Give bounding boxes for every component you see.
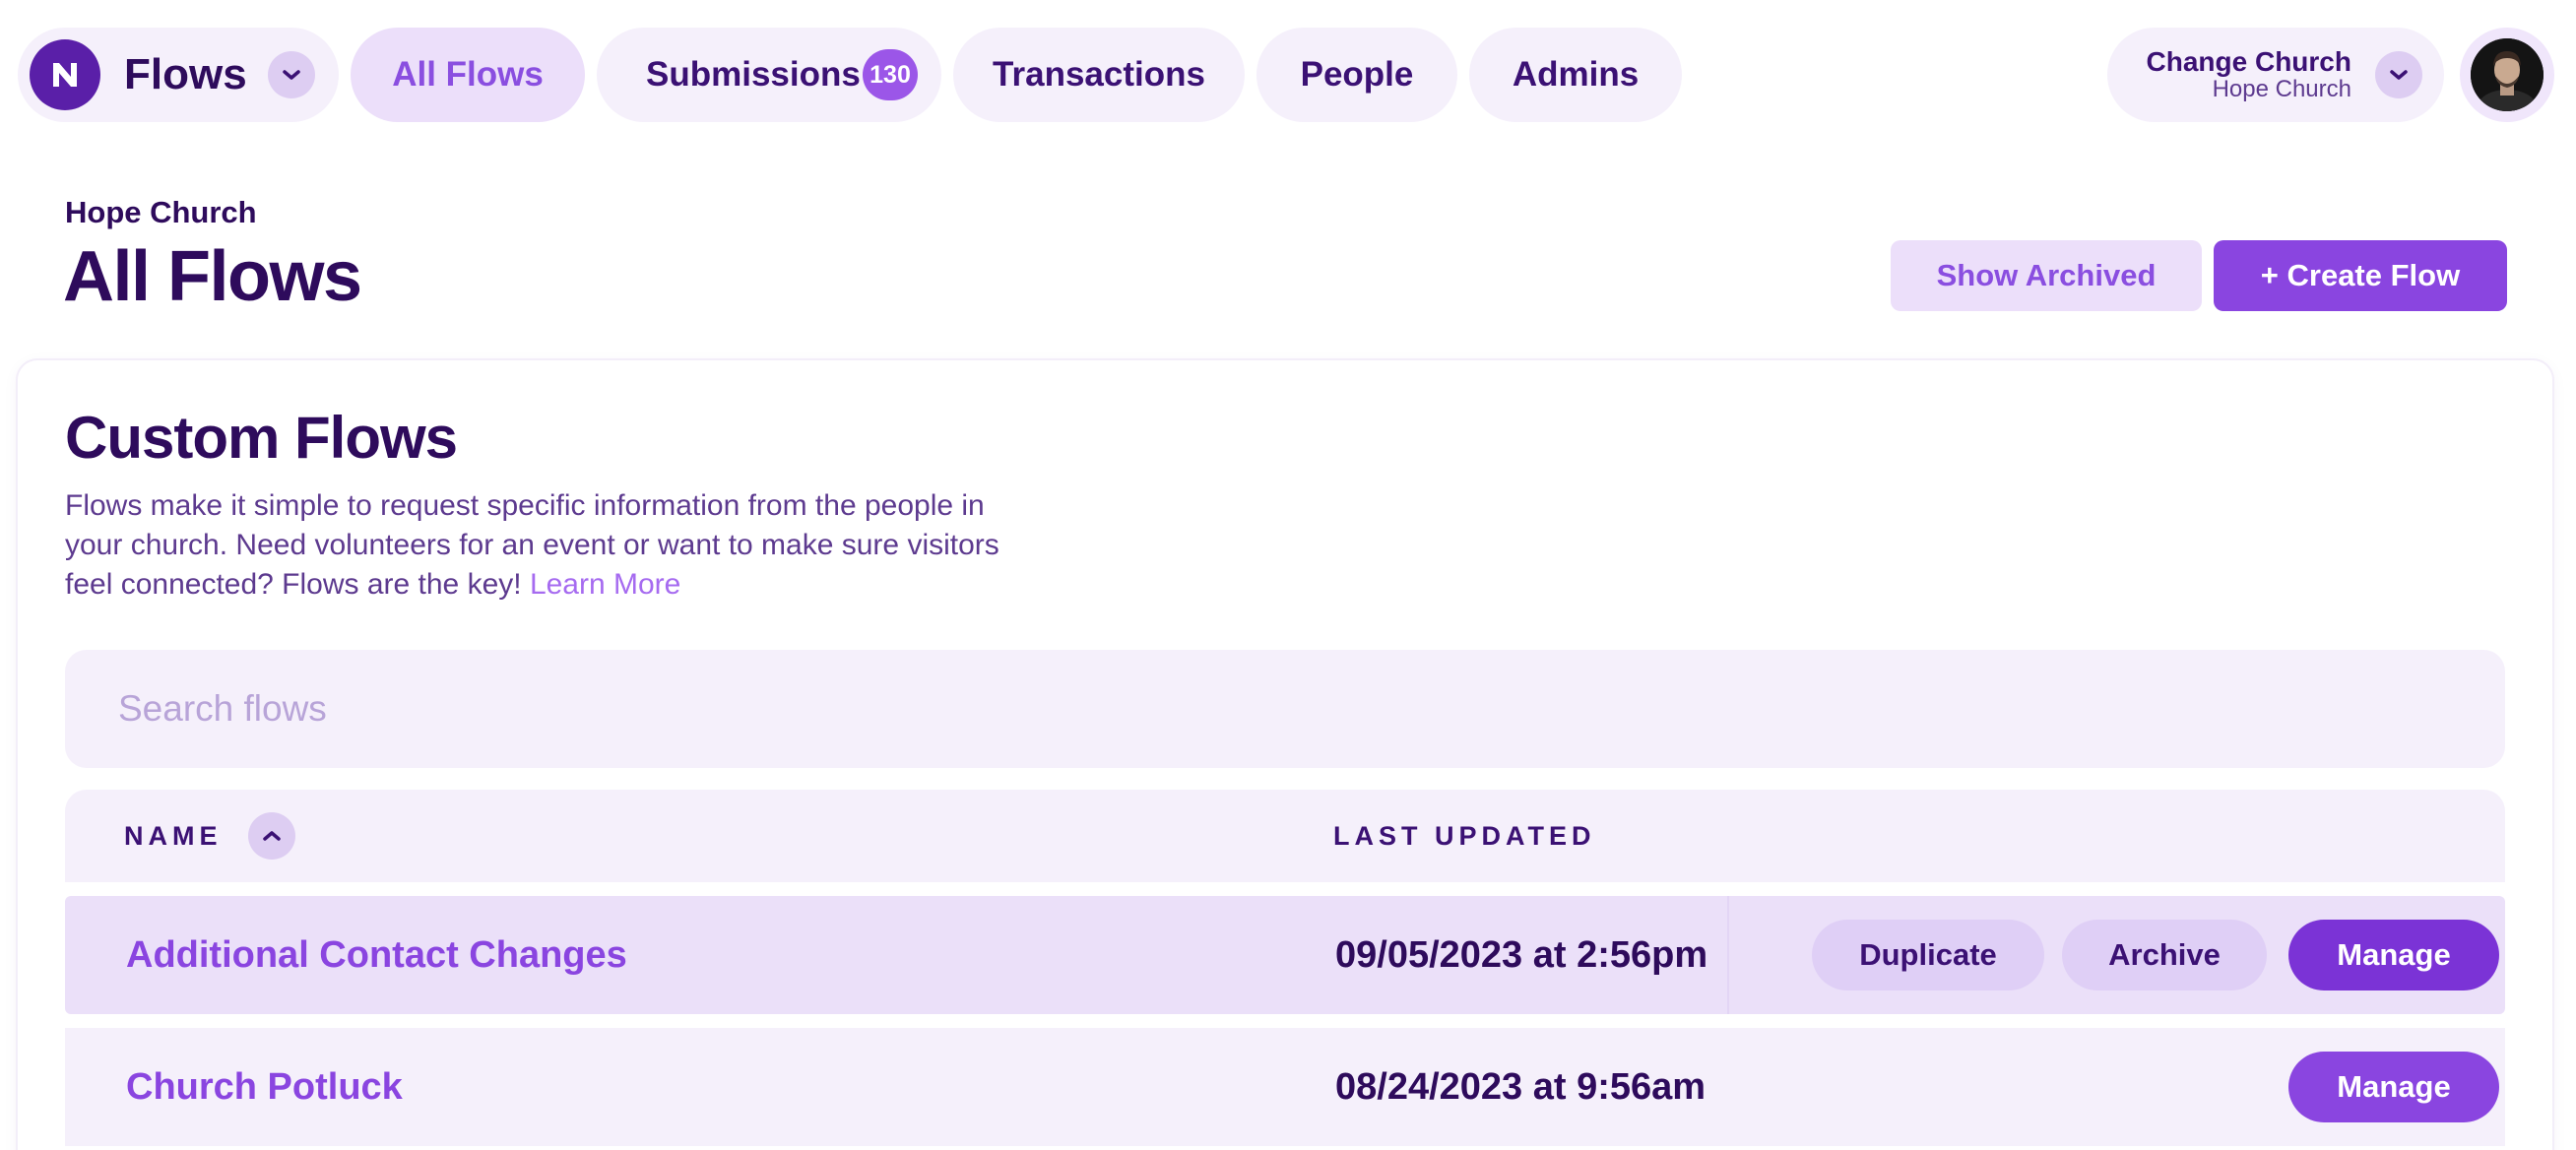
page-title: All Flows xyxy=(63,237,362,316)
column-header-last-updated: LAST UPDATED xyxy=(1333,820,1596,851)
submissions-count-badge: 130 xyxy=(863,49,918,100)
tab-label: Submissions xyxy=(646,55,861,94)
learn-more-link[interactable]: Learn More xyxy=(530,568,680,601)
flow-name-link[interactable]: Additional Contact Changes xyxy=(126,896,627,1014)
org-name: Hope Church xyxy=(65,195,257,229)
app-switcher[interactable]: Flows xyxy=(18,28,339,122)
column-header-name: NAME xyxy=(124,820,223,851)
divider xyxy=(1727,896,1729,1014)
last-updated-value: 08/24/2023 at 9:56am xyxy=(1335,1065,1707,1108)
tab-label: Admins xyxy=(1512,55,1640,94)
manage-button[interactable]: Manage xyxy=(2288,920,2499,990)
create-flow-button[interactable]: + Create Flow xyxy=(2214,240,2507,311)
tab-submissions[interactable]: Submissions 130 xyxy=(597,28,941,122)
flows-logo-icon xyxy=(30,39,100,110)
chevron-down-icon[interactable] xyxy=(2375,51,2422,98)
archive-button[interactable]: Archive xyxy=(2062,920,2267,990)
show-archived-button[interactable]: Show Archived xyxy=(1891,240,2202,311)
church-switch-text: Change Church Hope Church xyxy=(2147,47,2351,102)
tab-admins[interactable]: Admins xyxy=(1469,28,1682,122)
tab-label: People xyxy=(1300,55,1414,94)
search-input[interactable] xyxy=(65,650,2505,768)
tab-label: All Flows xyxy=(392,55,544,94)
table-row[interactable]: Church Potluck 08/24/2023 at 9:56am Mana… xyxy=(65,1028,2505,1146)
tab-people[interactable]: People xyxy=(1256,28,1457,122)
table-row[interactable]: Additional Contact Changes 09/05/2023 at… xyxy=(65,896,2505,1014)
section-description: Flows make it simple to request specific… xyxy=(65,486,1050,605)
avatar xyxy=(2471,38,2544,111)
app-title: Flows xyxy=(124,50,247,98)
tab-label: Transactions xyxy=(993,55,1205,94)
duplicate-button[interactable]: Duplicate xyxy=(1812,920,2044,990)
chevron-up-icon[interactable] xyxy=(248,812,295,860)
change-church-label: Change Church xyxy=(2146,46,2351,77)
table-header: NAME LAST UPDATED xyxy=(65,790,2505,882)
chevron-down-icon[interactable] xyxy=(268,51,315,98)
manage-button[interactable]: Manage xyxy=(2288,1052,2499,1122)
top-nav: Flows All Flows Submissions 130 Transact… xyxy=(0,0,2576,150)
flow-name-link[interactable]: Church Potluck xyxy=(126,1028,403,1146)
tab-all-flows[interactable]: All Flows xyxy=(351,28,585,122)
last-updated-value: 09/05/2023 at 2:56pm xyxy=(1335,933,1708,976)
user-avatar-button[interactable] xyxy=(2460,28,2554,122)
custom-flows-card: Custom Flows Flows make it simple to req… xyxy=(18,360,2552,1150)
current-church-name: Hope Church xyxy=(2212,76,2351,102)
change-church-dropdown[interactable]: Change Church Hope Church xyxy=(2107,28,2444,122)
section-title: Custom Flows xyxy=(65,405,458,471)
tab-transactions[interactable]: Transactions xyxy=(953,28,1245,122)
